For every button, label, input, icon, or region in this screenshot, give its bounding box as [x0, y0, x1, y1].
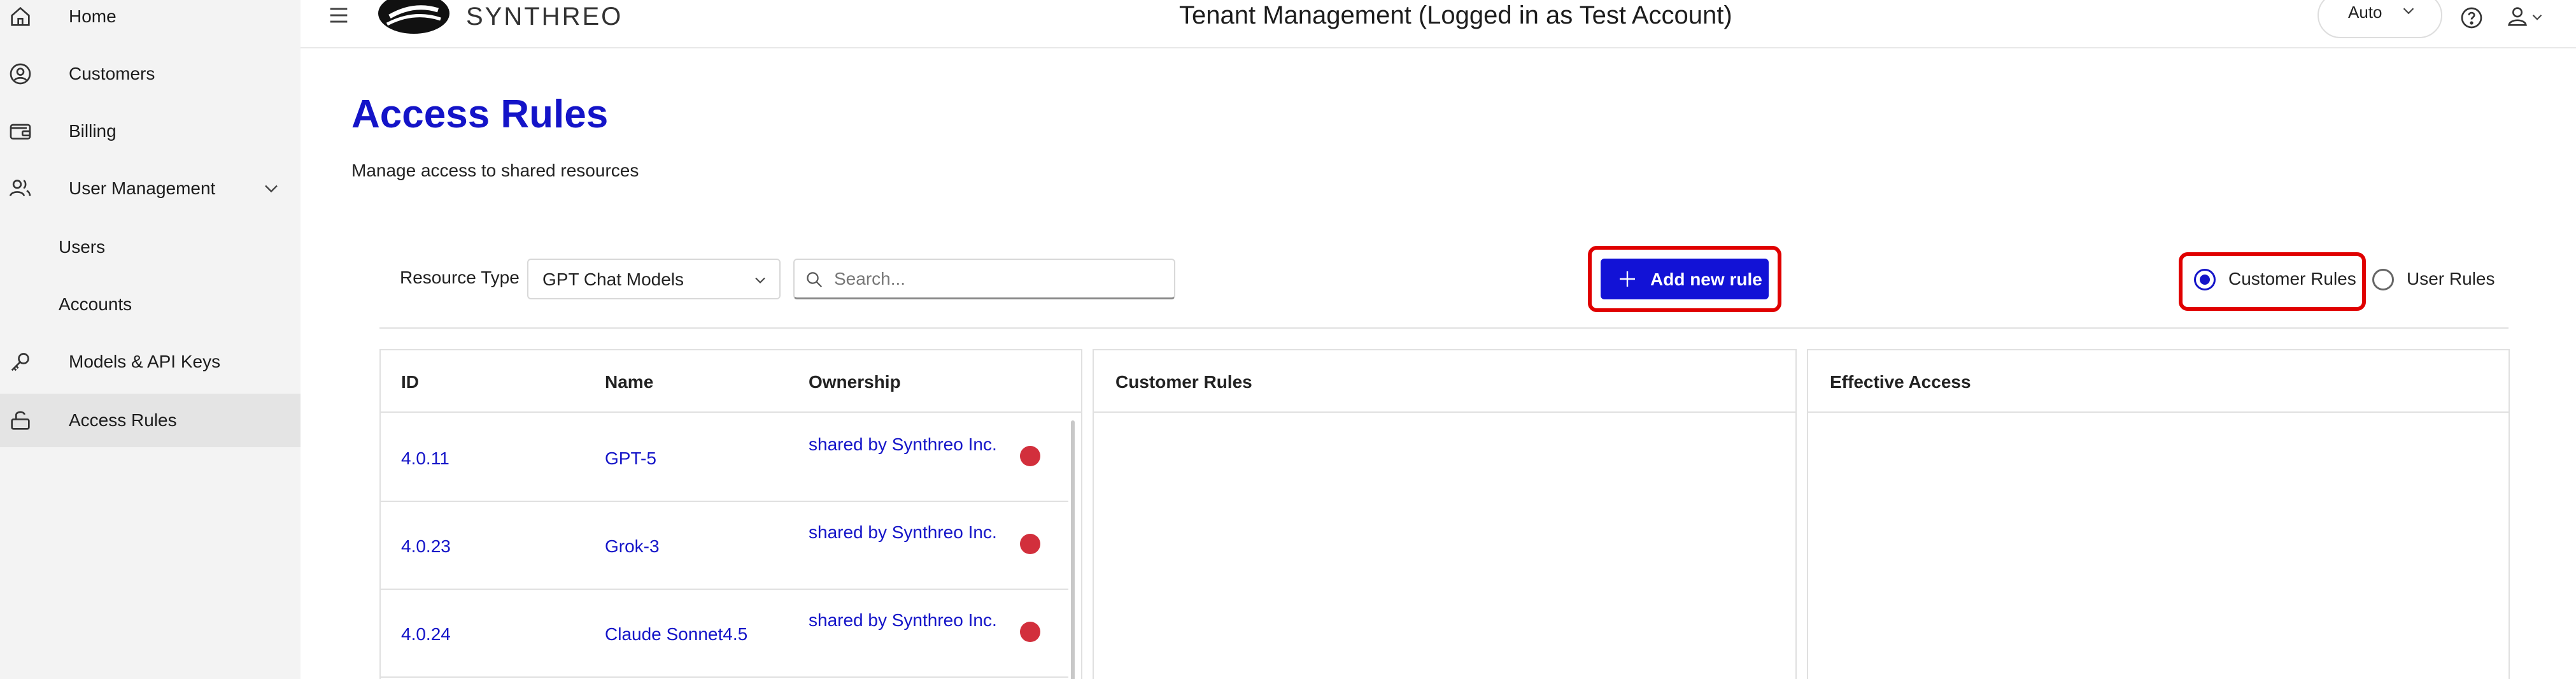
sidebar-item-label: Access Rules [69, 410, 177, 430]
toolbar-divider [379, 327, 2509, 329]
row-id[interactable]: 4.0.24 [401, 624, 451, 645]
row-name[interactable]: Grok-3 [605, 536, 660, 557]
table-scrollbar[interactable] [1071, 420, 1075, 679]
home-icon [8, 4, 33, 29]
chevron-down-icon[interactable] [260, 177, 283, 200]
page-subtitle: Manage access to shared resources [351, 161, 639, 180]
sidebar-item-label: Accounts [59, 294, 132, 314]
sidebar-item-billing[interactable]: Billing [0, 104, 301, 158]
menu-icon[interactable] [326, 3, 351, 28]
sidebar-item-label: User Management [69, 178, 216, 198]
sidebar-item-user-management[interactable]: User Management [0, 162, 301, 215]
row-ownership[interactable]: shared by Synthreo Inc. [809, 608, 1000, 633]
customer-rules-radio-label[interactable]: Customer Rules [2228, 269, 2356, 289]
app-title: Tenant Management (Logged in as Test Acc… [1179, 1, 1732, 29]
key-icon [8, 349, 33, 375]
user-rules-radio-label[interactable]: User Rules [2407, 269, 2495, 289]
chevron-down-icon [2399, 1, 2418, 20]
sidebar-item-label: Customers [69, 64, 155, 83]
lock-icon [8, 408, 33, 433]
column-header-ownership: Ownership [809, 372, 901, 392]
chevron-down-icon[interactable] [2529, 9, 2545, 25]
status-indicator [1020, 534, 1040, 554]
resource-type-select[interactable]: GPT Chat Models [527, 259, 781, 299]
chevron-down-icon [751, 271, 769, 289]
effective-access-title: Effective Access [1830, 372, 1971, 392]
row-id[interactable]: 4.0.23 [401, 536, 451, 557]
table-row[interactable]: 4.0.23 Grok-3 shared by Synthreo Inc. [381, 502, 1068, 590]
wallet-icon [8, 118, 33, 144]
user-circle-icon [8, 61, 33, 87]
sidebar-item-home[interactable]: Home [0, 0, 301, 43]
sidebar-item-label: Home [69, 6, 117, 26]
resources-table: ID Name Ownership 4.0.11 GPT-5 shared by… [379, 349, 1082, 679]
search-box [793, 259, 1175, 299]
user-icon[interactable] [2505, 4, 2530, 29]
sidebar-item-users[interactable]: Users [0, 220, 301, 274]
add-new-rule-button[interactable]: Add new rule [1601, 259, 1769, 299]
resource-type-label: Resource Type [400, 268, 520, 287]
status-indicator [1020, 622, 1040, 642]
top-header: SYNTHREO Tenant Management (Logged in as… [301, 0, 2576, 48]
users-icon [8, 176, 33, 201]
page-title: Access Rules [351, 92, 609, 136]
row-ownership[interactable]: shared by Synthreo Inc. [809, 520, 1000, 545]
customer-rules-title: Customer Rules [1115, 372, 1252, 392]
sidebar-item-customers[interactable]: Customers [0, 47, 301, 101]
column-header-id: ID [401, 372, 419, 392]
search-input[interactable] [834, 266, 1165, 292]
synthreo-logo-icon [376, 0, 452, 36]
sidebar-item-label: Users [59, 237, 106, 257]
sidebar-item-access-rules[interactable]: Access Rules [0, 394, 301, 447]
status-indicator [1020, 446, 1040, 466]
user-rules-radio[interactable] [2372, 269, 2394, 290]
customer-rules-header: Customer Rules [1094, 350, 1795, 413]
effective-access-panel: Effective Access [1807, 349, 2510, 679]
theme-select[interactable]: Auto [2318, 0, 2442, 38]
resource-type-value: GPT Chat Models [542, 269, 684, 289]
sidebar-item-label: Billing [69, 121, 117, 141]
row-ownership[interactable]: shared by Synthreo Inc. [809, 432, 1000, 457]
table-row[interactable]: 4.0.24 Claude Sonnet4.5 shared by Synthr… [381, 590, 1068, 678]
plus-icon [1616, 268, 1639, 290]
column-header-name: Name [605, 372, 654, 392]
sidebar-item-models-api-keys[interactable]: Models & API Keys [0, 335, 301, 389]
help-icon[interactable] [2459, 5, 2484, 31]
row-id[interactable]: 4.0.11 [401, 448, 449, 469]
add-new-rule-label: Add new rule [1650, 269, 1762, 289]
search-icon [805, 270, 824, 289]
customer-rules-panel: Customer Rules [1093, 349, 1797, 679]
sidebar-item-accounts[interactable]: Accounts [0, 278, 301, 331]
row-name[interactable]: GPT-5 [605, 448, 656, 469]
row-name[interactable]: Claude Sonnet4.5 [605, 624, 747, 645]
theme-select-value: Auto [2348, 3, 2382, 22]
sidebar: Home Customers Billing User Management U… [0, 0, 301, 679]
sidebar-item-label: Models & API Keys [69, 352, 221, 371]
brand-name: SYNTHREO [466, 3, 623, 31]
table-row[interactable]: 4.0.11 GPT-5 shared by Synthreo Inc. [381, 414, 1068, 502]
effective-access-header: Effective Access [1808, 350, 2509, 413]
table-header: ID Name Ownership [381, 350, 1081, 413]
customer-rules-radio[interactable] [2194, 269, 2216, 290]
